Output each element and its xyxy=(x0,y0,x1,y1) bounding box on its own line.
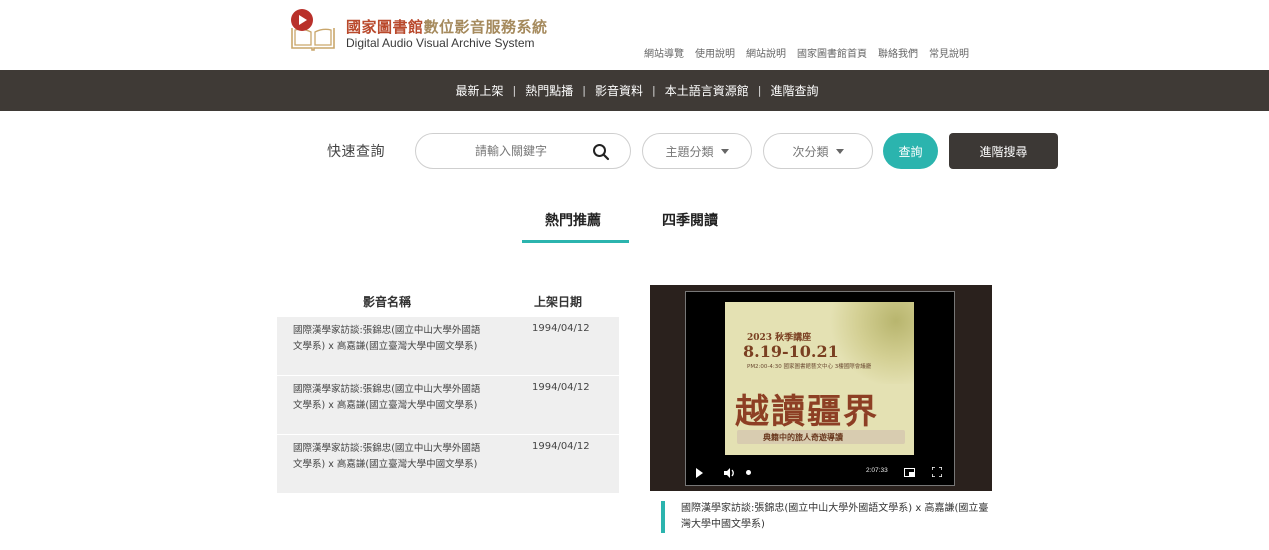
nav-separator: | xyxy=(652,84,656,97)
caret-down-icon xyxy=(720,148,729,154)
logo-title-zh: 國家圖書館數位影音服務系統 xyxy=(346,18,548,36)
column-header-date: 上架日期 xyxy=(534,295,583,309)
subcategory-select-label: 次分類 xyxy=(792,144,829,159)
table-row[interactable]: 國際漢學家訪談:張錦忠(國立中山大學外國語文學系) x 高嘉謙(國立臺灣大學中國… xyxy=(277,317,619,376)
poster-leaf-decoration xyxy=(826,302,914,384)
fullscreen-icon[interactable] xyxy=(932,467,942,477)
video-player[interactable]: 2023 秋季講座 8.19-10.21 PM2:00-4:30 國家圖書館藝文… xyxy=(650,285,992,491)
nav-av-data[interactable]: 影音資料 xyxy=(595,82,643,99)
query-button[interactable]: 查詢 xyxy=(883,133,938,169)
quick-search-label: 快速查詢 xyxy=(327,144,385,160)
row-title[interactable]: 國際漢學家訪談:張錦忠(國立中山大學外國語文學系) x 高嘉謙(國立臺灣大學中國… xyxy=(293,323,488,355)
link-site-info[interactable]: 網站說明 xyxy=(746,45,786,60)
nav-latest[interactable]: 最新上架 xyxy=(456,82,504,99)
table-row[interactable]: 國際漢學家訪談:張錦忠(國立中山大學外國語文學系) x 高嘉謙(國立臺灣大學中國… xyxy=(277,376,619,435)
link-sitemap[interactable]: 網站導覽 xyxy=(644,45,684,60)
advanced-search-button[interactable]: 進階搜尋 xyxy=(949,133,1058,169)
category-select[interactable]: 主題分類 xyxy=(642,133,752,169)
nav-local-language[interactable]: 本土語言資源館 xyxy=(665,82,749,99)
nav-separator: | xyxy=(582,84,586,97)
subcategory-select[interactable]: 次分類 xyxy=(763,133,873,169)
link-library-home[interactable]: 國家圖書館首頁 xyxy=(797,45,867,60)
site-header: 國家圖書館數位影音服務系統 Digital Audio Visual Archi… xyxy=(0,0,1269,70)
search-box xyxy=(415,133,631,169)
search-icon[interactable] xyxy=(592,143,610,161)
tab-four-seasons[interactable]: 四季閱讀 xyxy=(662,210,718,230)
progress-handle[interactable] xyxy=(746,470,751,475)
link-contact[interactable]: 聯絡我們 xyxy=(878,45,918,60)
poster-time: PM2:00-4:30 國家圖書館藝文中心 3樓國際會議廳 xyxy=(747,364,872,370)
play-icon[interactable] xyxy=(696,468,703,478)
active-tab-indicator xyxy=(522,240,629,243)
caret-down-icon xyxy=(835,148,844,154)
picture-in-picture-icon[interactable] xyxy=(904,468,915,477)
poster-title: 越讀疆界 xyxy=(735,392,879,432)
nav-advanced-query[interactable]: 進階查詢 xyxy=(770,82,818,99)
nav-popular[interactable]: 熱門點播 xyxy=(525,82,573,99)
row-title[interactable]: 國際漢學家訪談:張錦忠(國立中山大學外國語文學系) x 高嘉謙(國立臺灣大學中國… xyxy=(293,441,488,473)
video-frame[interactable]: 2023 秋季講座 8.19-10.21 PM2:00-4:30 國家圖書館藝文… xyxy=(685,291,955,486)
poster-subtitle: 典籍中的旅人奇遊導讀 xyxy=(763,433,843,442)
table-row[interactable]: 國際漢學家訪談:張錦忠(國立中山大學外國語文學系) x 高嘉謙(國立臺灣大學中國… xyxy=(277,435,619,494)
logo-title-en: Digital Audio Visual Archive System xyxy=(346,36,535,50)
top-links: 網站導覽 使用說明 網站說明 國家圖書館首頁 聯絡我們 常見說明 xyxy=(644,45,969,60)
row-date: 1994/04/12 xyxy=(532,323,590,334)
nav-separator: | xyxy=(512,84,517,97)
volume-icon[interactable] xyxy=(722,466,736,480)
column-header-name: 影音名稱 xyxy=(363,295,412,309)
table-header: 影音名稱 上架日期 xyxy=(277,285,619,317)
main-nav: 最新上架 | 熱門點播 | 影音資料 | 本土語言資源館 | 進階查詢 xyxy=(0,70,1269,111)
book-play-icon xyxy=(291,9,335,51)
row-title[interactable]: 國際漢學家訪談:張錦忠(國立中山大學外國語文學系) x 高嘉謙(國立臺灣大學中國… xyxy=(293,382,488,414)
category-select-label: 主題分類 xyxy=(665,144,714,159)
tab-hot-recommend[interactable]: 熱門推薦 xyxy=(545,210,601,230)
video-controls: 2:07:33 xyxy=(686,461,954,485)
av-list-table: 影音名稱 上架日期 國際漢學家訪談:張錦忠(國立中山大學外國語文學系) x 高嘉… xyxy=(277,285,619,494)
link-usage[interactable]: 使用說明 xyxy=(695,45,735,60)
row-date: 1994/04/12 xyxy=(532,382,590,393)
site-logo[interactable]: 國家圖書館數位影音服務系統 Digital Audio Visual Archi… xyxy=(289,8,549,54)
nav-separator: | xyxy=(757,84,762,97)
search-input[interactable] xyxy=(436,142,586,160)
video-duration: 2:07:33 xyxy=(866,467,888,474)
poster-dates: 8.19-10.21 xyxy=(743,342,839,361)
video-caption[interactable]: 國際漢學家訪談:張錦忠(國立中山大學外國語文學系) x 高嘉謙(國立臺灣大學中國… xyxy=(661,501,991,533)
row-date: 1994/04/12 xyxy=(532,441,590,452)
video-poster: 2023 秋季講座 8.19-10.21 PM2:00-4:30 國家圖書館藝文… xyxy=(725,302,914,455)
link-faq[interactable]: 常見說明 xyxy=(929,45,969,60)
